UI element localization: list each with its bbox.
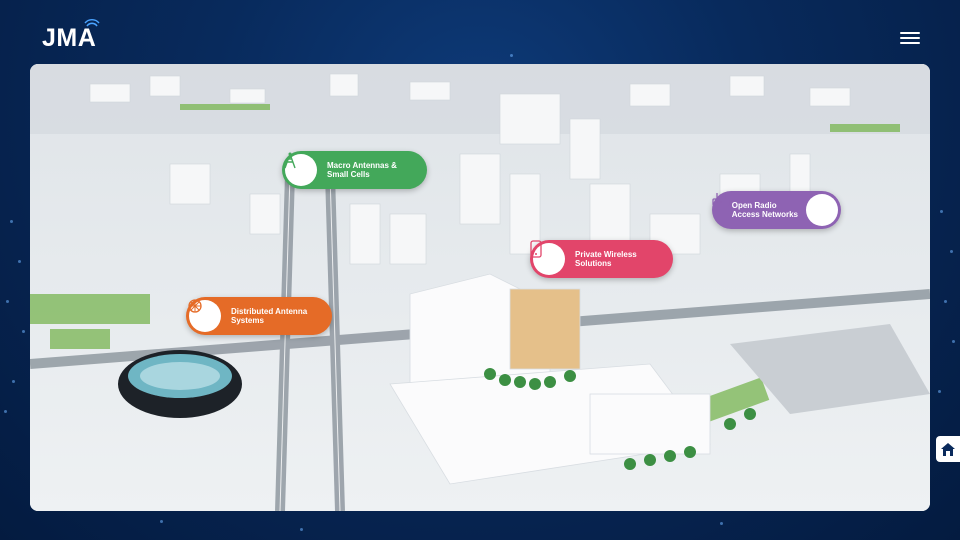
antenna-network-icon xyxy=(188,299,221,332)
city-aerial-illustration xyxy=(30,64,930,511)
hotspot-distributed-antenna[interactable]: Distributed Antenna Systems xyxy=(186,297,332,335)
hotspot-macro-antennas[interactable]: Macro Antennas & Small Cells xyxy=(282,151,427,189)
cell-tower-icon xyxy=(284,152,317,186)
hotspot-label: Open Radio Access Networks xyxy=(731,201,798,219)
city-map-view[interactable]: Macro Antennas & Small Cells Distributed… xyxy=(30,64,930,511)
home-icon xyxy=(941,442,955,456)
hotspot-label: Distributed Antenna Systems xyxy=(231,307,308,325)
home-button[interactable] xyxy=(936,436,960,462)
logo-text: JMA xyxy=(42,24,97,52)
signal-waves-icon xyxy=(84,19,100,27)
hotspot-label: Private Wireless Solutions xyxy=(575,250,637,268)
hamburger-menu-icon[interactable] xyxy=(900,32,920,46)
hotspot-private-wireless[interactable]: Private Wireless Solutions xyxy=(530,240,673,278)
router-icon xyxy=(712,193,838,226)
jma-logo[interactable]: JMA xyxy=(42,19,100,53)
hotspot-label: Macro Antennas & Small Cells xyxy=(327,161,397,179)
smartphone-icon xyxy=(530,240,565,275)
hotspot-open-radio[interactable]: Open Radio Access Networks xyxy=(712,191,841,229)
